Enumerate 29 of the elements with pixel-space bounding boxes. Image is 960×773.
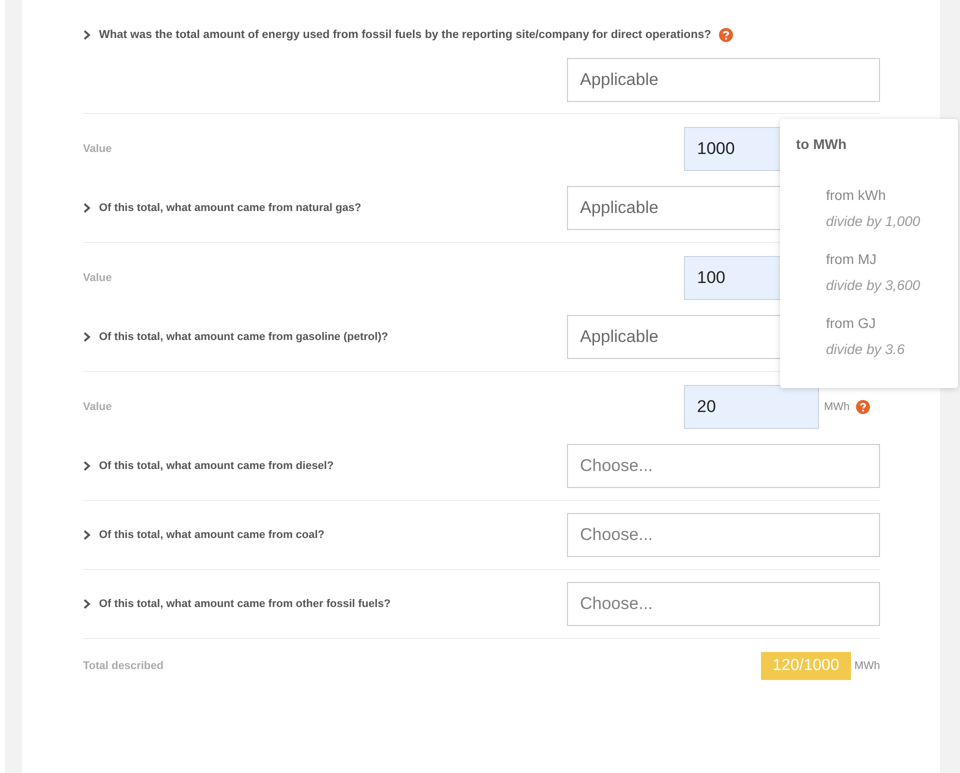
- chevron-icon[interactable]: [83, 530, 91, 540]
- help-icon[interactable]: [856, 400, 870, 414]
- chevron-icon[interactable]: [83, 30, 91, 40]
- chevron-icon[interactable]: [83, 203, 91, 213]
- field-label: Value: [83, 272, 113, 284]
- chevron-icon[interactable]: [83, 461, 91, 471]
- question-text: What was the total amount of energy used from fossil fuels by the reporting site/company for direct operations?: [99, 29, 712, 41]
- question-text: Of this total, what amount came from coal?: [99, 529, 325, 541]
- question-text: Of this total, what amount came from diesel?: [99, 460, 334, 472]
- field-label: Value: [83, 143, 113, 155]
- conversion-source: from GJ: [826, 314, 877, 333]
- conversion-source: from MJ: [826, 250, 878, 269]
- value-input[interactable]: 20: [684, 385, 819, 429]
- total-badge: 120/1000: [760, 652, 852, 680]
- dropdown-field[interactable]: Choose...: [567, 444, 880, 488]
- dropdown-field[interactable]: Choose...: [567, 513, 880, 557]
- chevron-icon[interactable]: [83, 332, 91, 342]
- help-icon[interactable]: [719, 28, 734, 42]
- total-label: Total described: [83, 660, 164, 672]
- unit-label: MWh: [824, 401, 850, 413]
- conversion-rule: divide by 3,600: [826, 276, 922, 295]
- question-text: Of this total, what amount came from other fossil fuels?: [99, 598, 391, 610]
- field-label: Value: [83, 401, 113, 413]
- question-text: Of this total, what amount came from natural gas?: [99, 202, 362, 214]
- chevron-icon[interactable]: [83, 599, 91, 609]
- dropdown-field[interactable]: Applicable: [567, 58, 880, 102]
- unit-label: MWh: [854, 660, 880, 672]
- dropdown-field[interactable]: Choose...: [567, 582, 880, 626]
- question-text: Of this total, what amount came from gasoline (petrol)?: [99, 331, 388, 343]
